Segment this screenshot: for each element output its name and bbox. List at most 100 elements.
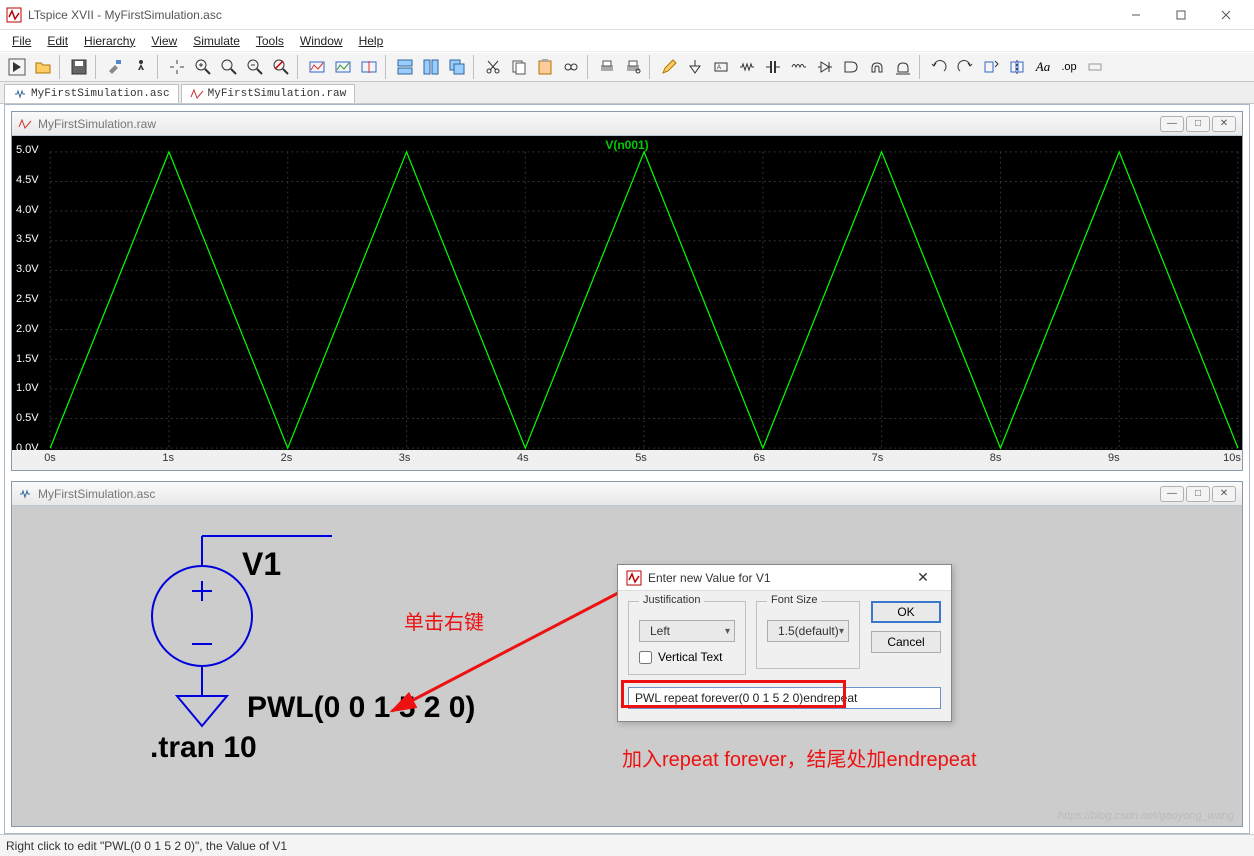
cascade-icon[interactable] <box>445 55 469 79</box>
zoom-tool-icon[interactable] <box>217 55 241 79</box>
print-icon[interactable] <box>595 55 619 79</box>
maximize-button[interactable] <box>1158 0 1203 30</box>
menu-file[interactable]: File <box>4 32 39 50</box>
move-icon[interactable] <box>865 55 889 79</box>
fontsize-legend: Font Size <box>767 594 821 606</box>
menu-simulate[interactable]: Simulate <box>185 32 248 50</box>
rotate-icon[interactable] <box>979 55 1003 79</box>
hammer-icon[interactable] <box>103 55 127 79</box>
menu-edit[interactable]: Edit <box>39 32 76 50</box>
ok-button[interactable]: OK <box>871 601 941 623</box>
close-button[interactable] <box>1203 0 1248 30</box>
sub-close-button[interactable]: ✕ <box>1212 116 1236 132</box>
capacitor-icon[interactable] <box>761 55 785 79</box>
undo-icon[interactable] <box>927 55 951 79</box>
cut-icon[interactable] <box>481 55 505 79</box>
tile-v-icon[interactable] <box>419 55 443 79</box>
y-tick[interactable]: 3.0V <box>16 263 39 275</box>
mirror-icon[interactable] <box>1005 55 1029 79</box>
open-icon[interactable] <box>31 55 55 79</box>
minimize-button[interactable] <box>1113 0 1158 30</box>
x-tick[interactable]: 1s <box>162 452 174 464</box>
x-tick[interactable]: 10s <box>1223 452 1241 464</box>
x-tick[interactable]: 6s <box>753 452 765 464</box>
tile-h-icon[interactable] <box>393 55 417 79</box>
x-tick[interactable]: 2s <box>281 452 293 464</box>
y-tick[interactable]: 3.5V <box>16 233 39 245</box>
menu-window[interactable]: Window <box>292 32 351 50</box>
text-icon[interactable]: Aa <box>1031 55 1055 79</box>
wave-settings-icon[interactable] <box>331 55 355 79</box>
cursor-icon[interactable] <box>357 55 381 79</box>
y-tick[interactable]: 2.5V <box>16 293 39 305</box>
find-icon[interactable] <box>559 55 583 79</box>
schematic-window: MyFirstSimulation.asc — □ ✕ V1 PWL(0 0 1… <box>11 481 1243 827</box>
component-name-label[interactable]: V1 <box>242 546 281 583</box>
dialog-close-button[interactable]: ✕ <box>903 569 943 586</box>
y-tick[interactable]: 4.5V <box>16 174 39 186</box>
drag-icon[interactable] <box>891 55 915 79</box>
x-tick[interactable]: 3s <box>399 452 411 464</box>
menu-help[interactable]: Help <box>351 32 392 50</box>
y-tick[interactable]: 0.5V <box>16 412 39 424</box>
statusbar: Right click to edit "PWL(0 0 1 5 2 0)", … <box>0 834 1254 856</box>
tab-schematic[interactable]: MyFirstSimulation.asc <box>4 84 179 103</box>
print-setup-icon[interactable] <box>621 55 645 79</box>
x-tick[interactable]: 7s <box>872 452 884 464</box>
x-tick[interactable]: 9s <box>1108 452 1120 464</box>
x-tick[interactable]: 4s <box>517 452 529 464</box>
zoom-in-icon[interactable] <box>191 55 215 79</box>
redo-icon[interactable] <box>953 55 977 79</box>
subwindow-title: MyFirstSimulation.asc <box>38 487 155 501</box>
menu-view[interactable]: View <box>143 32 185 50</box>
sub-close-button[interactable]: ✕ <box>1212 486 1236 502</box>
zoom-cross-icon[interactable] <box>269 55 293 79</box>
inductor-icon[interactable] <box>787 55 811 79</box>
diode-icon[interactable] <box>813 55 837 79</box>
chevron-down-icon: ▾ <box>839 626 844 637</box>
sub-minimize-button[interactable]: — <box>1160 116 1184 132</box>
y-tick[interactable]: 1.5V <box>16 353 39 365</box>
plot-area[interactable]: V(n001) 5.0V 4.5V 4.0V 3.5V 3.0V 2.5V 2.0V 1.5V… <box>12 136 1242 470</box>
x-tick[interactable]: 0s <box>44 452 56 464</box>
x-tick[interactable]: 8s <box>990 452 1002 464</box>
pan-icon[interactable] <box>165 55 189 79</box>
sub-minimize-button[interactable]: — <box>1160 486 1184 502</box>
pencil-icon[interactable] <box>657 55 681 79</box>
sub-maximize-button[interactable]: □ <box>1186 486 1210 502</box>
subwindow-title: MyFirstSimulation.raw <box>38 117 156 131</box>
save-icon[interactable] <box>67 55 91 79</box>
runner-icon[interactable] <box>129 55 153 79</box>
schematic-canvas[interactable]: V1 PWL(0 0 1 5 2 0) .tran 10 单击右键 加入repe… <box>12 506 1242 826</box>
sub-maximize-button[interactable]: □ <box>1186 116 1210 132</box>
resistor-icon[interactable] <box>735 55 759 79</box>
component-icon[interactable] <box>839 55 863 79</box>
waveform-icon <box>190 87 204 101</box>
net-icon[interactable] <box>1083 55 1107 79</box>
zoom-out-icon[interactable] <box>243 55 267 79</box>
menu-tools[interactable]: Tools <box>248 32 292 50</box>
spice-directive-icon[interactable]: .op <box>1057 55 1081 79</box>
run-icon[interactable] <box>5 55 29 79</box>
x-axis[interactable]: 0s 1s 2s 3s 4s 5s 6s 7s 8s 9s 10s <box>12 450 1242 470</box>
x-tick[interactable]: 5s <box>635 452 647 464</box>
y-tick[interactable]: 1.0V <box>16 382 39 394</box>
toolbar: A Aa .op <box>0 52 1254 82</box>
tab-waveform[interactable]: MyFirstSimulation.raw <box>181 84 356 103</box>
label-icon[interactable]: A <box>709 55 733 79</box>
y-tick[interactable]: 2.0V <box>16 323 39 335</box>
menu-hierarchy[interactable]: Hierarchy <box>76 32 143 50</box>
fontsize-combo[interactable]: 1.5(default)▾ <box>767 620 849 642</box>
vertical-text-checkbox[interactable]: Vertical Text <box>639 650 735 664</box>
cancel-button[interactable]: Cancel <box>871 631 941 653</box>
justification-legend: Justification <box>639 594 704 606</box>
autorange-icon[interactable] <box>305 55 329 79</box>
spice-directive-label[interactable]: .tran 10 <box>150 731 257 765</box>
copy-icon[interactable] <box>507 55 531 79</box>
y-tick[interactable]: 4.0V <box>16 204 39 216</box>
trace-label[interactable]: V(n001) <box>12 138 1242 152</box>
y-tick[interactable]: 5.0V <box>16 144 39 156</box>
justification-combo[interactable]: Left▾ <box>639 620 735 642</box>
paste-icon[interactable] <box>533 55 557 79</box>
ground-icon[interactable] <box>683 55 707 79</box>
